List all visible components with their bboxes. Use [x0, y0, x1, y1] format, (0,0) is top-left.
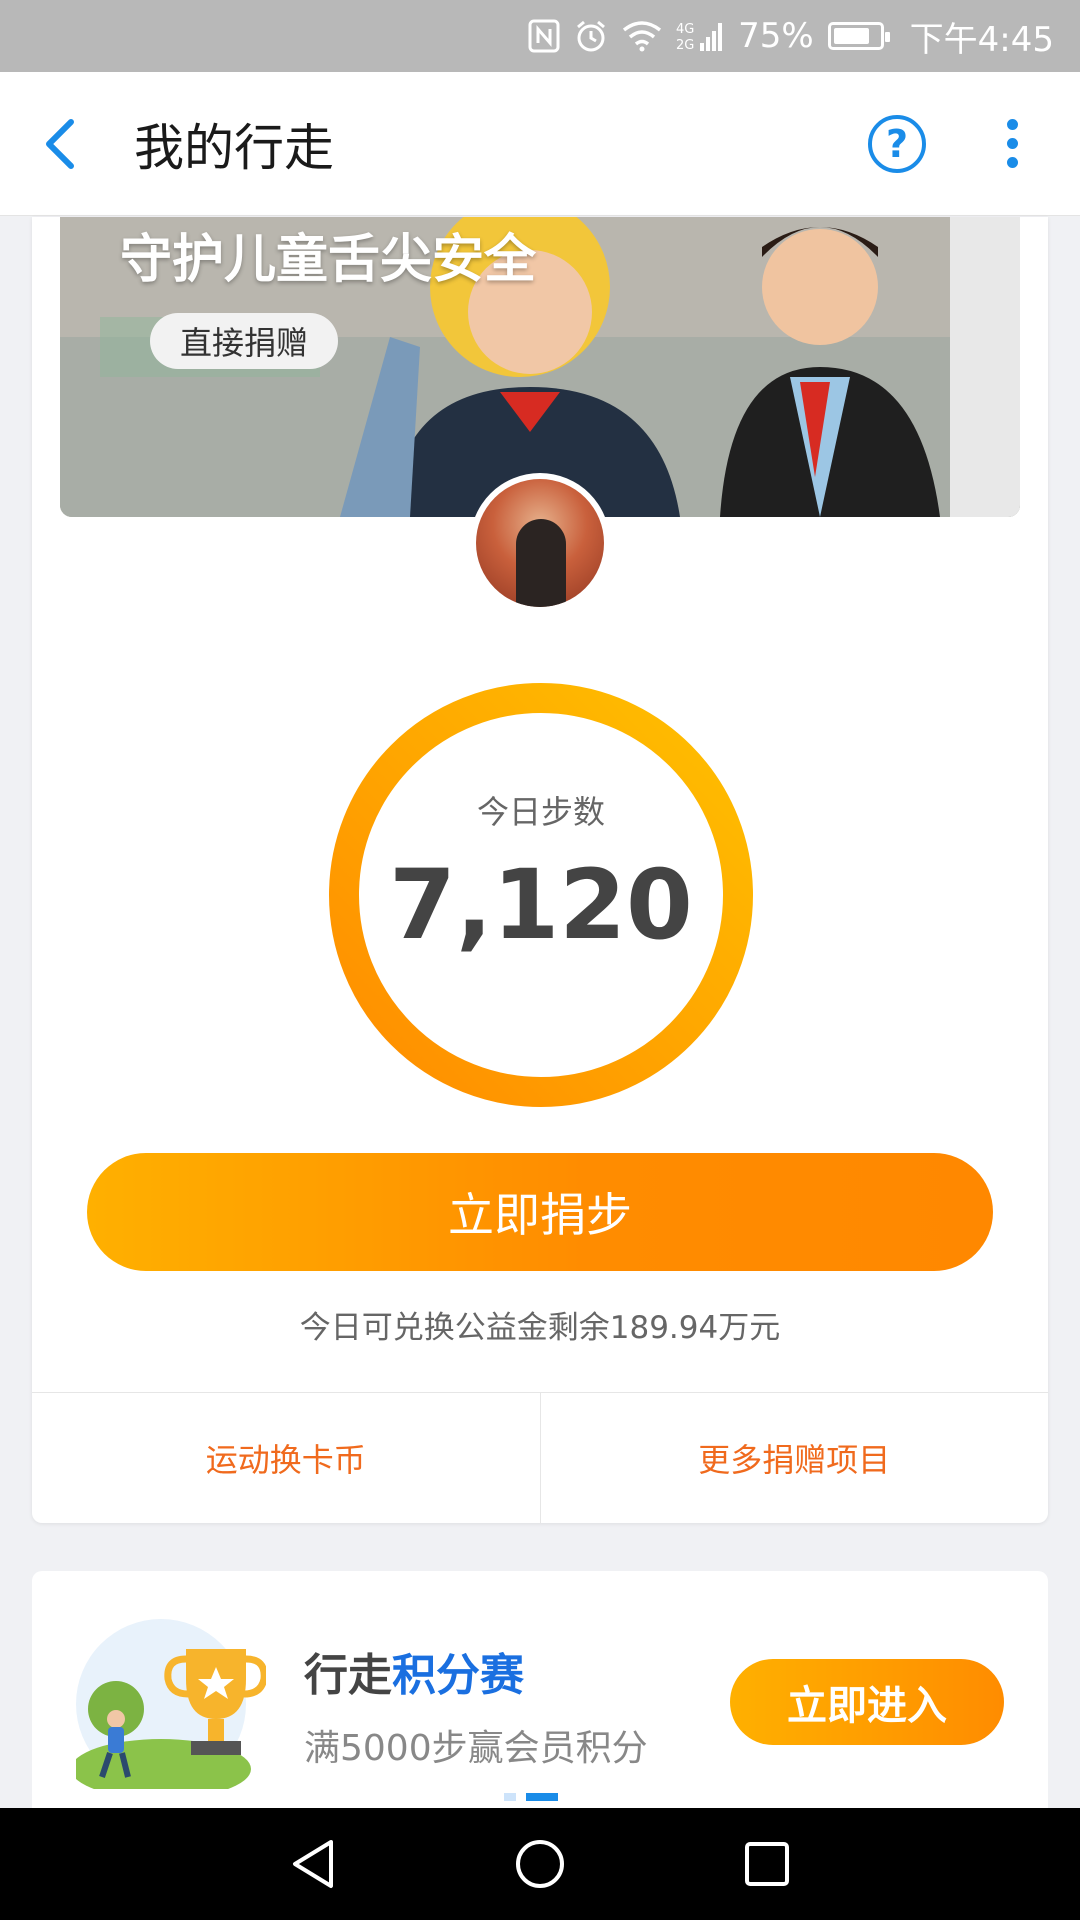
home-circle-icon[interactable]: [514, 1838, 566, 1890]
avatar[interactable]: [470, 473, 610, 613]
points-race-card[interactable]: 行走积分赛 满5000步赢会员积分 立即进入: [32, 1571, 1048, 1811]
system-nav-bar: [0, 1808, 1080, 1920]
signal-icon: 4G 2G: [676, 19, 724, 53]
banner-title: 守护儿童舌尖安全: [120, 230, 537, 290]
carousel-dot: [504, 1793, 516, 1801]
carousel-indicator: [504, 1793, 558, 1801]
help-button[interactable]: ?: [868, 114, 926, 173]
question-circle-icon: ?: [885, 121, 909, 166]
charity-banner[interactable]: 守护儿童舌尖安全 直接捐赠: [60, 217, 1020, 517]
app-header: 我的行走 ?: [0, 72, 1080, 216]
page-title: 我的行走: [134, 118, 334, 177]
remaining-fund-note: 今日可兑换公益金剩余189.94万元: [299, 1310, 781, 1346]
promo-subtitle: 满5000步赢会员积分: [304, 1728, 648, 1769]
battery-icon: [827, 22, 890, 50]
wifi-icon: [622, 20, 662, 52]
status-bar: 4G 2G 75% 下午4:45: [0, 0, 1080, 72]
alarm-icon: [574, 19, 608, 53]
nfc-icon: [528, 19, 560, 53]
clock: 下午4:45: [909, 19, 1054, 60]
enter-now-button[interactable]: 立即进入: [730, 1659, 1004, 1745]
svg-text:4G: 4G: [676, 22, 694, 37]
more-vertical-icon: [1006, 119, 1018, 130]
chevron-left-icon: [46, 118, 74, 169]
walk-card: 守护儿童舌尖安全 直接捐赠 今日步数 7,120 立即捐步 今日可兑换公益金剩余…: [32, 217, 1048, 1523]
direct-donate-button[interactable]: 直接捐赠: [150, 313, 339, 369]
step-count: 7,120: [389, 849, 693, 961]
donate-steps-button[interactable]: 立即捐步: [87, 1153, 993, 1271]
battery-percent: 75%: [738, 16, 814, 56]
more-menu-button[interactable]: [992, 104, 1032, 184]
promo-title: 行走积分赛: [304, 1639, 524, 1703]
svg-text:2G: 2G: [676, 38, 694, 53]
step-label: 今日步数: [476, 793, 605, 831]
more-donation-projects-link[interactable]: 更多捐赠项目: [539, 1393, 1049, 1523]
user-avatar-image: [476, 479, 604, 607]
recents-square-icon[interactable]: [743, 1840, 791, 1888]
back-triangle-icon[interactable]: [289, 1838, 337, 1890]
exercise-for-coins-link[interactable]: 运动换卡币: [32, 1393, 540, 1523]
step-ring: 今日步数 7,120: [325, 679, 757, 1111]
back-button[interactable]: [0, 72, 120, 216]
trophy-runner-icon: [76, 1619, 266, 1789]
carousel-dot-active: [526, 1793, 558, 1801]
promo-title-prefix: 行走: [304, 1650, 392, 1701]
promo-title-highlight: 积分赛: [392, 1650, 524, 1701]
bottom-links: 运动换卡币 更多捐赠项目: [32, 1392, 1048, 1523]
